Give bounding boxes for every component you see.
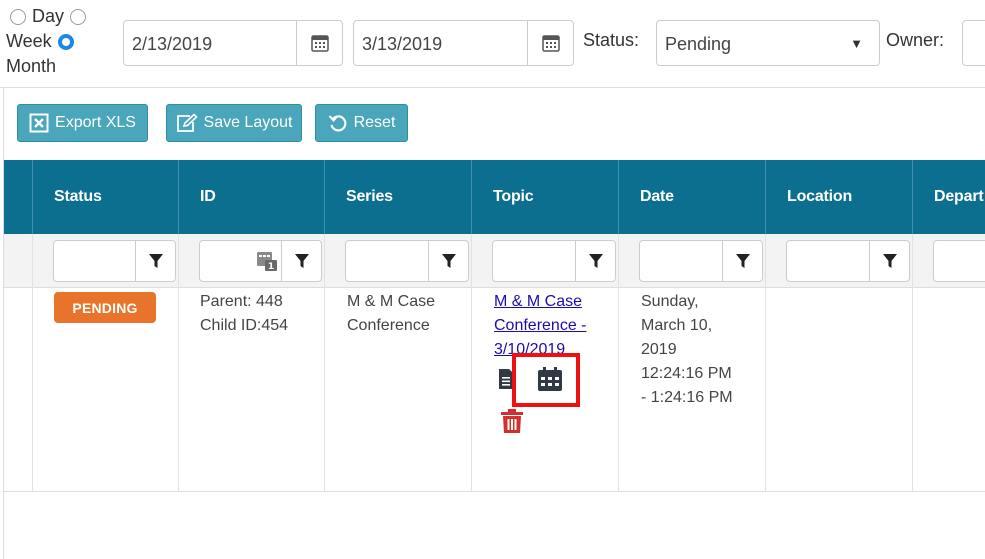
svg-text:1: 1 [268,262,274,272]
radio-day-label: Day [32,6,65,26]
row-divider [4,491,985,492]
radio-week[interactable] [70,8,87,25]
series-filter-input[interactable] [345,240,469,282]
status-select-value: Pending [665,34,732,54]
date-from-calendar-button[interactable] [296,21,342,65]
chevron-down-icon: ▼ [850,36,863,51]
column-header-topic[interactable]: Topic [493,160,533,234]
date-to-calendar-button[interactable] [527,21,573,65]
location-filter-button[interactable] [869,241,909,281]
department-filter-input[interactable] [933,240,985,282]
filter-icon [588,254,603,268]
status-select[interactable]: Pending ▼ [656,20,880,66]
id-filter-input[interactable]: 1 [199,240,322,282]
topic-filter-button[interactable] [575,241,615,281]
filter-icon [294,254,309,268]
status-filter-input[interactable] [53,240,176,282]
location-filter-input[interactable] [786,240,910,282]
trash-icon[interactable] [500,408,524,434]
radio-month-label: Month [6,56,57,76]
save-layout-button[interactable]: Save Layout [166,104,302,142]
numeric-filter-icon: 1 [257,252,277,272]
reset-label: Reset [353,114,396,131]
date-to-value: 3/13/2019 [362,34,443,54]
column-header-id[interactable]: ID [200,160,216,234]
filter-icon [735,254,750,268]
toolbar-divider [0,87,985,88]
column-header-series[interactable]: Series [346,160,393,234]
radio-day[interactable] [10,8,26,25]
id-child: Child ID:454 [200,317,289,334]
owner-select[interactable] [962,20,985,66]
date-line: - 1:24:16 PM [641,389,733,406]
topic-cell: M & M Case Conference - 3/10/2019 [494,290,587,362]
export-xls-button[interactable]: Export XLS [17,104,148,142]
refresh-icon [328,115,346,132]
reset-button[interactable]: Reset [315,104,408,142]
edit-icon [176,113,198,132]
id-parent: Parent: 448 [200,293,283,310]
owner-filter-label: Owner: [886,30,945,50]
status-filter-button[interactable] [135,241,175,281]
topic-filter-input[interactable] [492,240,616,282]
series-cell: M & M Case Conference [347,290,435,338]
filter-icon [441,254,456,268]
date-line: Sunday, [641,293,699,310]
column-header-location[interactable]: Location [787,160,852,234]
date-filter-input[interactable] [639,240,763,282]
column-header-department[interactable]: Depart [934,160,985,234]
filter-icon [148,254,163,268]
status-filter-label: Status: [583,30,640,50]
column-header-date[interactable]: Date [640,160,674,234]
content-left-border [3,87,4,559]
radio-month[interactable] [57,33,74,50]
highlight-box [512,353,580,407]
series-line: M & M Case [347,293,436,310]
export-xls-label: Export XLS [55,114,136,131]
date-from-value: 2/13/2019 [132,34,213,54]
calendar-icon [541,35,560,52]
filter-icon [882,254,897,268]
id-filter-button[interactable] [281,241,321,281]
save-layout-label: Save Layout [203,114,293,131]
date-to-field[interactable]: 3/13/2019 [353,20,574,66]
topic-link[interactable]: M & M Case [494,290,587,314]
date-line: March 10, [641,317,713,334]
series-line: Conference [347,317,430,334]
date-from-field[interactable]: 2/13/2019 [123,20,343,66]
calendar-icon [310,35,329,52]
id-cell: Parent: 448 Child ID:454 [200,290,288,338]
date-line: 12:24:16 PM [641,365,732,382]
date-line: 2019 [641,341,677,358]
series-filter-button[interactable] [428,241,468,281]
status-badge: PENDING [54,292,156,323]
radio-week-label: Week [6,31,52,51]
date-cell: Sunday, March 10, 2019 12:24:16 PM - 1:2… [641,290,733,410]
view-mode-group: Day Week Month [6,4,116,79]
date-filter-button[interactable] [722,241,762,281]
topic-link[interactable]: Conference - [494,314,587,338]
excel-icon [29,113,49,133]
column-header-status[interactable]: Status [54,160,102,234]
